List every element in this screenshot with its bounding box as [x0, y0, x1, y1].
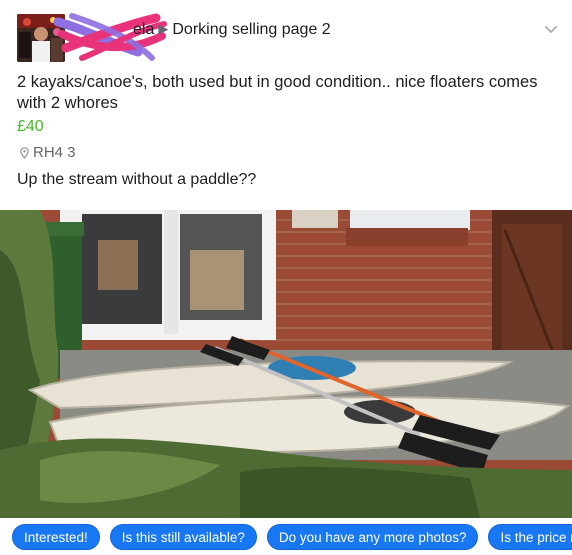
chevron-down-icon[interactable]	[544, 22, 558, 36]
listing-location: RH4 3	[20, 144, 76, 161]
quick-reply-more-photos[interactable]: Do you have any more photos?	[266, 523, 479, 550]
location-text: RH4 3	[33, 144, 76, 161]
listing-photo[interactable]	[0, 210, 572, 518]
listing-price: £40	[17, 118, 44, 135]
breadcrumb-arrow-icon: ▶	[158, 21, 169, 36]
quick-replies-bar: Interested! Is this still available? Do …	[0, 518, 572, 555]
listing-description: Up the stream without a paddle??	[17, 171, 257, 188]
location-pin-icon	[20, 146, 29, 159]
quick-reply-still-available[interactable]: Is this still available?	[109, 523, 257, 550]
breadcrumb: ela ▶ Dorking selling page 2	[133, 20, 331, 40]
quick-reply-price[interactable]: Is the price n	[488, 523, 572, 550]
post-header: ela ▶ Dorking selling page 2	[0, 0, 572, 68]
quick-reply-interested[interactable]: Interested!	[12, 523, 100, 550]
listing-title: 2 kayaks/canoe's, both used but in good …	[17, 73, 538, 112]
group-owner-name[interactable]: ela	[133, 21, 154, 38]
group-name-link[interactable]: Dorking selling page 2	[172, 21, 330, 38]
